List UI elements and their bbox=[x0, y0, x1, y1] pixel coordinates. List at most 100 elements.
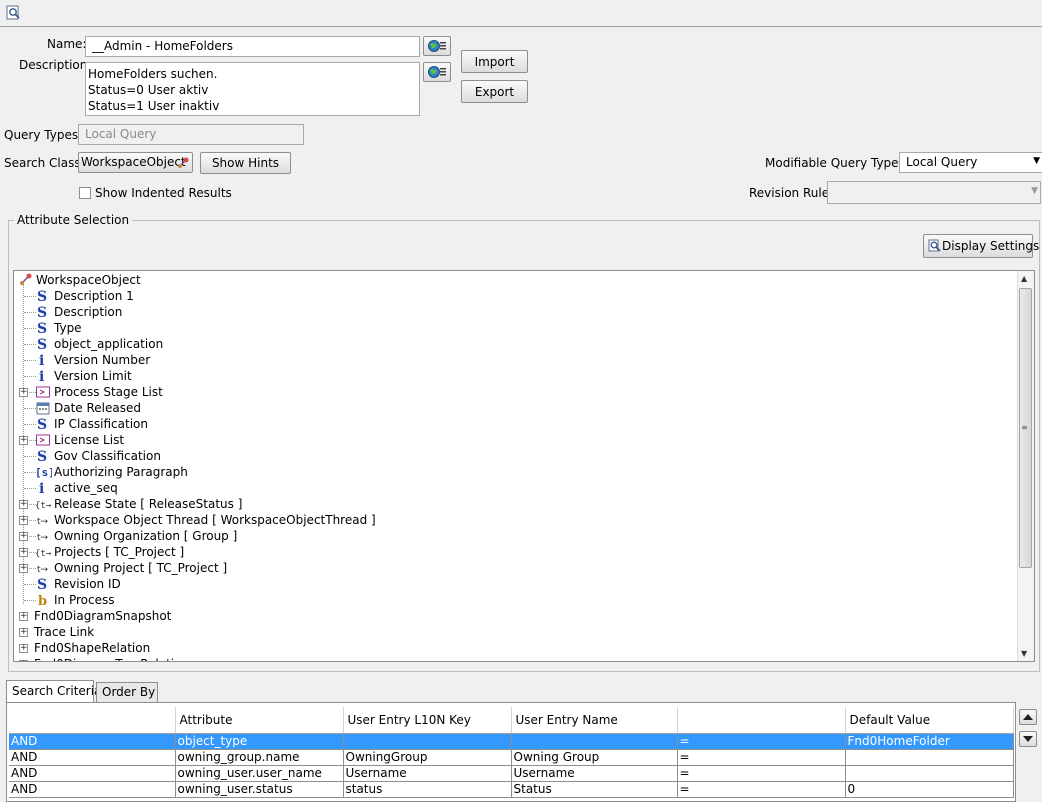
tree-item-label: Owning Organization [ Group ] bbox=[54, 529, 238, 543]
tree-item-label: Workspace Object Thread [ WorkspaceObjec… bbox=[54, 513, 376, 527]
search-icon bbox=[928, 239, 941, 252]
column-header-entry-name[interactable]: User Entry Name bbox=[511, 707, 678, 734]
table-cell[interactable] bbox=[343, 733, 512, 750]
modifiable-query-types-value: Local Query bbox=[906, 155, 978, 169]
scroll-up-icon[interactable]: ▲ bbox=[1021, 274, 1027, 283]
expand-icon[interactable]: + bbox=[19, 644, 28, 653]
tree-item-label: Date Released bbox=[54, 401, 141, 415]
expand-icon[interactable]: + bbox=[19, 388, 28, 397]
search-query-icon[interactable] bbox=[6, 5, 22, 21]
table-cell[interactable]: owning_group.name bbox=[175, 749, 344, 766]
table-cell[interactable] bbox=[511, 733, 678, 750]
svg-text:S: S bbox=[37, 577, 47, 592]
class-icon bbox=[178, 157, 189, 168]
string-attribute-icon: S bbox=[37, 577, 47, 592]
column-header-l10n-key[interactable]: User Entry L10N Key bbox=[343, 707, 512, 734]
expand-icon[interactable]: + bbox=[19, 628, 28, 637]
typed-reference-icon: t→ bbox=[37, 565, 49, 575]
tree-root-item[interactable]: Fnd0DiagramTrayRelation bbox=[34, 656, 189, 661]
show-hints-button[interactable]: Show Hints bbox=[200, 152, 291, 174]
table-row[interactable]: AND owning_user.user_name Username Username… bbox=[9, 765, 1014, 782]
table-cell[interactable]: = bbox=[677, 749, 846, 766]
tree-item-label: IP Classification bbox=[54, 417, 148, 431]
table-row[interactable]: AND owning_user.status status Status = 0 bbox=[9, 781, 1014, 798]
tree-root-item-label: Fnd0ShapeRelation bbox=[34, 641, 151, 655]
table-row[interactable]: AND owning_group.name OwningGroup Owning Gr… bbox=[9, 749, 1014, 766]
show-indented-label: Show Indented Results bbox=[95, 186, 232, 200]
expand-icon[interactable]: + bbox=[19, 500, 28, 509]
import-button[interactable]: Import bbox=[461, 50, 528, 73]
table-cell[interactable]: owning_user.status bbox=[175, 781, 344, 798]
tree-item-label: Description bbox=[54, 305, 123, 319]
modifiable-query-types-select[interactable]: Local Query ▼ bbox=[899, 152, 1042, 173]
table-row[interactable]: AND object_type = Fnd0HomeFolder bbox=[9, 733, 1014, 750]
table-cell[interactable]: Username bbox=[511, 765, 678, 782]
svg-text:i: i bbox=[39, 369, 44, 384]
table-cell[interactable] bbox=[845, 749, 1014, 766]
expand-icon[interactable]: + bbox=[19, 516, 28, 525]
tree-root-item[interactable]: Trace Link bbox=[34, 624, 94, 640]
svg-text:{t→}: {t→} bbox=[35, 501, 52, 511]
svg-text:t→: t→ bbox=[37, 533, 49, 543]
expand-icon[interactable]: + bbox=[19, 660, 28, 661]
table-cell[interactable]: OwningGroup bbox=[343, 749, 512, 766]
scroll-down-icon[interactable]: ▼ bbox=[1021, 649, 1027, 658]
tree-root-item[interactable]: Fnd0ShapeRelation bbox=[34, 640, 150, 656]
move-down-button[interactable] bbox=[1019, 731, 1037, 747]
attribute-tree[interactable]: WorkspaceObject S Description 1 S Descriptio… bbox=[13, 270, 1035, 662]
table-cell[interactable]: Status bbox=[511, 781, 678, 798]
show-indented-checkbox[interactable] bbox=[79, 187, 91, 199]
display-settings-button[interactable]: Display Settings bbox=[923, 234, 1039, 258]
column-header[interactable] bbox=[9, 707, 176, 734]
table-cell[interactable]: AND bbox=[9, 765, 176, 782]
column-header-attribute[interactable]: Attribute bbox=[175, 707, 344, 734]
attribute-selection-title: Attribute Selection bbox=[14, 213, 133, 227]
move-up-button[interactable] bbox=[1019, 709, 1037, 725]
table-cell[interactable]: AND bbox=[9, 733, 176, 750]
table-cell[interactable]: AND bbox=[9, 781, 176, 798]
description-field[interactable]: HomeFolders suchen. Status=0 User aktiv … bbox=[85, 62, 420, 116]
tab-order-by[interactable]: Order By bbox=[96, 682, 158, 702]
expand-icon[interactable]: + bbox=[19, 564, 28, 573]
expand-icon[interactable]: + bbox=[19, 548, 28, 557]
svg-text:i: i bbox=[39, 481, 44, 496]
boolean-attribute-icon: b bbox=[38, 594, 47, 608]
table-cell[interactable]: Username bbox=[343, 765, 512, 782]
svg-text:t→: t→ bbox=[37, 565, 49, 575]
search-class-button[interactable]: WorkspaceObject bbox=[78, 152, 193, 173]
name-field[interactable]: __Admin - HomeFolders bbox=[85, 36, 420, 57]
table-cell[interactable]: object_type bbox=[175, 733, 344, 750]
table-cell[interactable]: 0 bbox=[845, 781, 1014, 798]
name-localize-button[interactable] bbox=[423, 36, 451, 56]
table-cell[interactable]: Fnd0HomeFolder bbox=[845, 733, 1014, 750]
table-cell[interactable]: owning_user.user_name bbox=[175, 765, 344, 782]
tree-root-item[interactable]: Fnd0DiagramSnapshot bbox=[34, 608, 171, 624]
column-header[interactable] bbox=[677, 707, 846, 734]
tree-item-label: Process Stage List bbox=[54, 385, 163, 399]
move-up-icon bbox=[1023, 714, 1033, 720]
expand-icon[interactable]: + bbox=[19, 532, 28, 541]
export-button[interactable]: Export bbox=[461, 80, 528, 103]
table-cell[interactable] bbox=[845, 765, 1014, 782]
tree-item-label: Revision ID bbox=[54, 577, 121, 591]
string-attribute-icon: S bbox=[37, 449, 47, 464]
typed-reference-list-icon: {t→} bbox=[35, 549, 52, 559]
description-localize-button[interactable] bbox=[423, 62, 451, 82]
tab-search-criteria[interactable]: Search Criteria bbox=[6, 680, 101, 703]
table-cell[interactable]: = bbox=[677, 733, 846, 750]
column-header-default-value[interactable]: Default Value bbox=[845, 707, 1014, 734]
tree-root-label: WorkspaceObject bbox=[36, 273, 141, 287]
expand-icon[interactable]: + bbox=[19, 436, 28, 445]
tree-scrollbar[interactable]: ▲ ≡ ▼ bbox=[1017, 271, 1034, 661]
table-cell[interactable]: = bbox=[677, 781, 846, 798]
svg-text:[s]: [s] bbox=[35, 466, 52, 479]
table-cell[interactable]: Owning Group bbox=[511, 749, 678, 766]
svg-text:b: b bbox=[38, 594, 47, 608]
svg-text:{t→}: {t→} bbox=[35, 549, 52, 559]
table-cell[interactable]: = bbox=[677, 765, 846, 782]
expand-icon[interactable]: + bbox=[19, 612, 28, 621]
table-cell[interactable]: AND bbox=[9, 749, 176, 766]
string-attribute-icon: S bbox=[37, 337, 47, 352]
tree-item-label: active_seq bbox=[54, 481, 118, 495]
table-cell[interactable]: status bbox=[343, 781, 512, 798]
